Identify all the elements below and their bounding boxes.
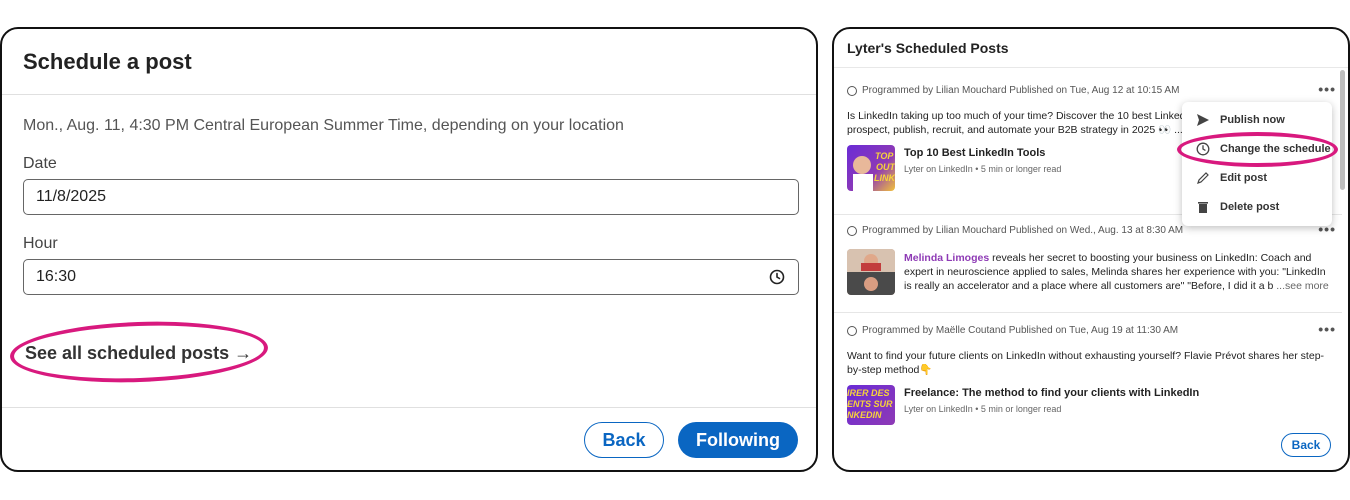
article-title[interactable]: Freelance: The method to find your clien… xyxy=(904,387,1199,399)
post-thumbnail xyxy=(847,249,895,295)
dialog-title: Schedule a post xyxy=(23,48,192,74)
clock-icon[interactable] xyxy=(768,268,786,286)
dialog-footer: Back Following xyxy=(2,407,816,470)
post-text: Want to find your future clients on Link… xyxy=(847,349,1337,377)
schedule-post-dialog: Schedule a post Mon., Aug. 11, 4:30 PM C… xyxy=(0,27,818,472)
back-button[interactable]: Back xyxy=(1281,433,1331,457)
pencil-icon xyxy=(1196,171,1210,185)
post-text-line: reveals her secret to boosting your busi… xyxy=(989,252,1312,264)
scheduled-post[interactable]: Programmed by Maëlle Coutand Published o… xyxy=(834,313,1342,429)
date-label: Date xyxy=(23,155,57,172)
scrollbar[interactable] xyxy=(1340,70,1345,190)
post-meta-text: Programmed by Maëlle Coutand Published o… xyxy=(862,325,1179,336)
more-options-icon[interactable]: ••• xyxy=(1318,321,1336,337)
hour-value: 16:30 xyxy=(36,268,77,285)
highlight-ellipse xyxy=(1177,132,1338,167)
svg-text:IRER DES: IRER DES xyxy=(847,388,890,398)
post-text-line: is really an accelerator and a place whe… xyxy=(904,280,1274,292)
trash-icon xyxy=(1196,200,1210,214)
date-field[interactable]: 11/8/2025 xyxy=(23,179,799,215)
svg-text:TOP: TOP xyxy=(875,151,894,161)
post-text-line: Want to find your future clients on Link… xyxy=(847,350,1325,362)
date-value: 11/8/2025 xyxy=(36,188,106,205)
highlight-ellipse xyxy=(9,317,269,387)
post-meta-text: Programmed by Lilian Mouchard Published … xyxy=(862,225,1184,236)
svg-text:NKEDIN: NKEDIN xyxy=(847,410,882,420)
post-text-line: by-step method👇 xyxy=(847,364,933,376)
following-button[interactable]: Following xyxy=(678,422,798,458)
more-options-icon[interactable]: ••• xyxy=(1318,81,1336,97)
scheduled-post[interactable]: Programmed by Lilian Mouchard Published … xyxy=(834,215,1342,313)
post-text: Melinda Limoges reveals her secret to bo… xyxy=(904,251,1334,293)
svg-text:OUT: OUT xyxy=(876,162,895,172)
author-link[interactable]: Melinda Limoges xyxy=(904,252,989,264)
edit-post-item[interactable]: Edit post xyxy=(1196,171,1267,185)
article-thumbnail: TOP OUT LINKE xyxy=(847,145,895,191)
menu-item-label: Delete post xyxy=(1220,201,1280,213)
svg-text:LINKE: LINKE xyxy=(874,173,895,183)
article-subtitle: Lyter on LinkedIn • 5 min or longer read xyxy=(904,404,1062,414)
article-title[interactable]: Top 10 Best LinkedIn Tools xyxy=(904,147,1045,159)
globe-icon xyxy=(847,225,857,236)
see-more-link[interactable]: ...see more xyxy=(1273,280,1329,292)
scheduled-posts-panel: Lyter's Scheduled Posts Programmed by Li… xyxy=(832,27,1350,472)
panel-title: Lyter's Scheduled Posts xyxy=(847,40,1009,56)
hour-label: Hour xyxy=(23,235,58,252)
send-icon xyxy=(1196,113,1210,127)
article-subtitle: Lyter on LinkedIn • 5 min or longer read xyxy=(904,164,1062,174)
hour-field[interactable]: 16:30 xyxy=(23,259,799,295)
publish-now-item[interactable]: Publish now xyxy=(1196,113,1285,127)
back-button[interactable]: Back xyxy=(584,422,664,458)
menu-item-label: Edit post xyxy=(1220,172,1268,184)
timezone-info: Mon., Aug. 11, 4:30 PM Central European … xyxy=(23,117,624,134)
post-meta-text: Programmed by Lilian Mouchard Published … xyxy=(862,85,1180,96)
menu-item-label: Publish now xyxy=(1220,114,1285,126)
article-thumbnail: IRER DES ENTS SUR NKEDIN xyxy=(847,385,895,425)
delete-post-item[interactable]: Delete post xyxy=(1196,200,1279,214)
panel-header: Lyter's Scheduled Posts xyxy=(834,29,1348,68)
post-meta: Programmed by Lilian Mouchard Published … xyxy=(847,85,1179,96)
dialog-header: Schedule a post xyxy=(2,29,816,95)
post-meta: Programmed by Maëlle Coutand Published o… xyxy=(847,325,1178,336)
globe-icon xyxy=(847,325,857,336)
globe-icon xyxy=(847,85,857,96)
svg-text:ENTS SUR: ENTS SUR xyxy=(847,399,893,409)
post-text-line: expert in neuroscience applied to sales,… xyxy=(904,266,1326,278)
post-meta: Programmed by Lilian Mouchard Published … xyxy=(847,225,1183,236)
